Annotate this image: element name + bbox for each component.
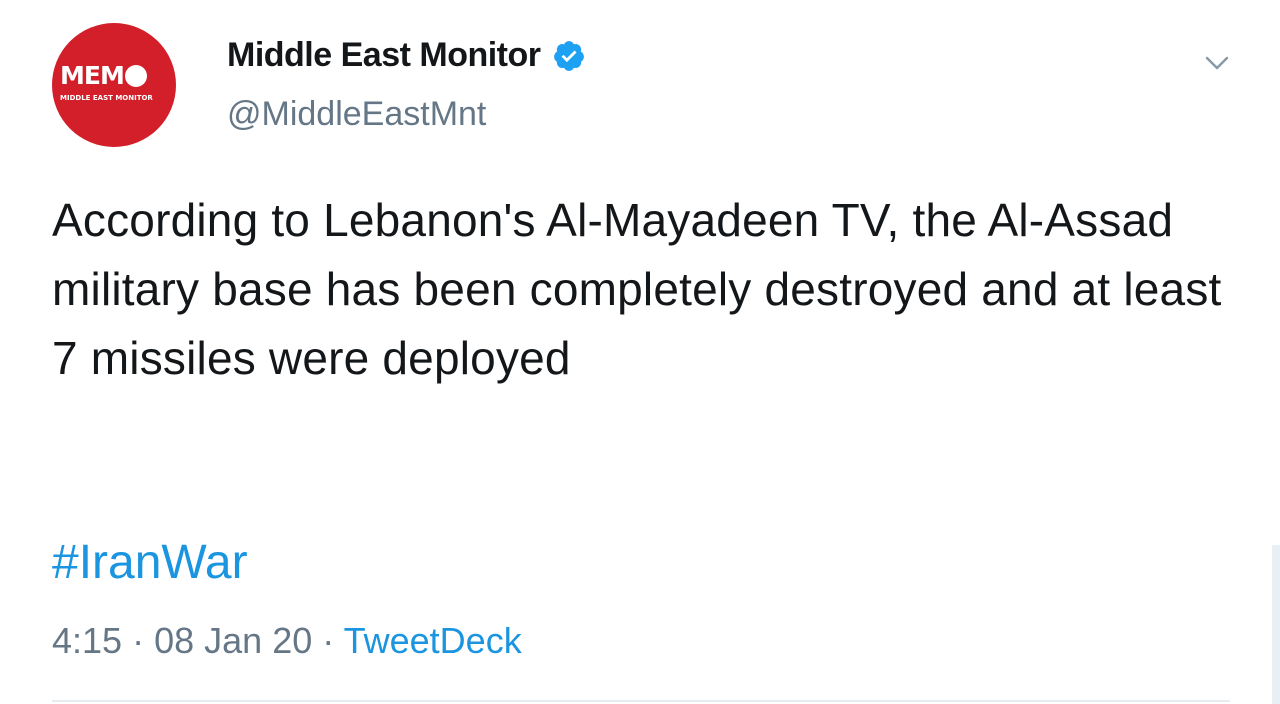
memo-logo-subtext: MIDDLE EAST MONITOR [60, 94, 153, 102]
tweet-date[interactable]: 08 Jan 20 [154, 620, 312, 661]
tweet-text: According to Lebanon's Al-Mayadeen TV, t… [52, 194, 1222, 384]
account-handle[interactable]: @MiddleEastMnt [227, 95, 486, 134]
chevron-down-icon[interactable] [1204, 50, 1230, 76]
scroll-edge [1272, 545, 1280, 704]
tweet-meta: 4:15 · 08 Jan 20 · TweetDeck [52, 620, 522, 662]
tweet-card: MEM MIDDLE EAST MONITOR Middle East Moni… [0, 0, 1280, 704]
memo-logo: MEM [60, 63, 147, 88]
hashtag-link[interactable]: #IranWar [52, 535, 248, 590]
memo-logo-o-icon [124, 64, 147, 87]
memo-logo-text: MEM [60, 61, 125, 90]
avatar[interactable]: MEM MIDDLE EAST MONITOR [52, 23, 176, 147]
tweet-source-link[interactable]: TweetDeck [344, 620, 522, 661]
display-name-text[interactable]: Middle East Monitor [227, 36, 541, 75]
display-name[interactable]: Middle East Monitor [227, 36, 586, 75]
verified-badge-icon [553, 40, 584, 71]
meta-separator: · [322, 620, 335, 661]
tweet-time[interactable]: 4:15 [52, 620, 122, 661]
divider [52, 700, 1230, 702]
meta-separator: · [132, 620, 145, 661]
